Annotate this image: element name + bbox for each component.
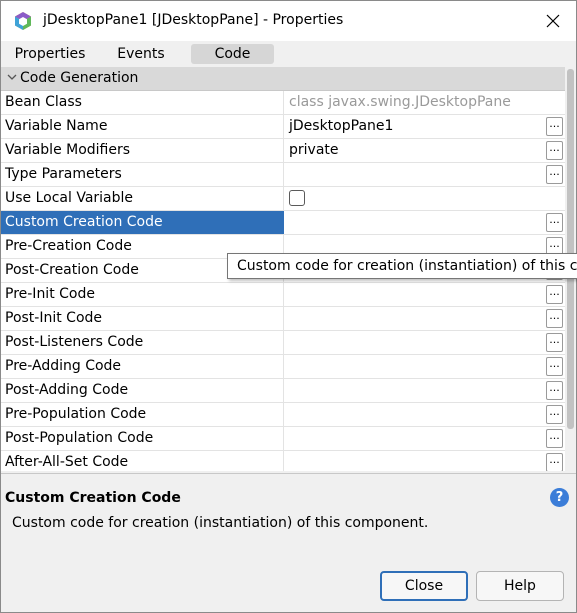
ellipsis-button[interactable]: ... xyxy=(546,357,563,376)
ellipsis-button[interactable]: ... xyxy=(546,381,563,400)
property-row-variable-modifiers[interactable]: Variable Modifiers private ... xyxy=(1,139,565,163)
help-button[interactable]: Help xyxy=(476,571,564,601)
property-row-after-all-set-code[interactable]: After-All-Set Code ... xyxy=(1,451,565,471)
property-name: Post-Population Code xyxy=(1,427,284,450)
ellipsis-button[interactable]: ... xyxy=(546,429,563,448)
property-value[interactable] xyxy=(284,379,565,402)
property-value[interactable] xyxy=(284,427,565,450)
category-label: Code Generation xyxy=(20,70,139,86)
ellipsis-button[interactable]: ... xyxy=(546,117,563,136)
property-name: Variable Modifiers xyxy=(1,139,284,162)
property-name: Custom Creation Code xyxy=(1,211,284,234)
property-row-variable-name[interactable]: Variable Name jDesktopPane1 ... xyxy=(1,115,565,139)
tab-events[interactable]: Events xyxy=(101,44,181,64)
use-local-variable-checkbox[interactable] xyxy=(289,190,305,206)
close-window-button[interactable] xyxy=(530,1,576,41)
property-row-pre-population-code[interactable]: Pre-Population Code ... xyxy=(1,403,565,427)
property-row-bean-class[interactable]: Bean Class class javax.swing.JDesktopPan… xyxy=(1,91,565,115)
property-value[interactable] xyxy=(284,355,565,378)
property-value[interactable] xyxy=(284,403,565,426)
property-value[interactable] xyxy=(284,451,565,471)
property-value[interactable]: private xyxy=(284,139,565,162)
close-icon xyxy=(546,14,560,28)
ellipsis-button[interactable]: ... xyxy=(546,285,563,304)
property-value: class javax.swing.JDesktopPane xyxy=(289,94,511,110)
property-row-post-init-code[interactable]: Post-Init Code ... xyxy=(1,307,565,331)
ellipsis-button[interactable]: ... xyxy=(546,165,563,184)
tab-code[interactable]: Code xyxy=(191,44,274,64)
property-name: Post-Init Code xyxy=(1,307,284,330)
property-name: Post-Adding Code xyxy=(1,379,284,402)
property-name: Pre-Population Code xyxy=(1,403,284,426)
property-name: Pre-Adding Code xyxy=(1,355,284,378)
property-row-pre-init-code[interactable]: Pre-Init Code ... xyxy=(1,283,565,307)
ellipsis-button[interactable]: ... xyxy=(546,213,563,232)
property-value[interactable] xyxy=(284,307,565,330)
ellipsis-button[interactable]: ... xyxy=(546,309,563,328)
close-button[interactable]: Close xyxy=(380,571,468,601)
ellipsis-button[interactable]: ... xyxy=(546,453,563,471)
property-row-post-population-code[interactable]: Post-Population Code ... xyxy=(1,427,565,451)
property-name: Pre-Init Code xyxy=(1,283,284,306)
property-name: After-All-Set Code xyxy=(1,451,284,471)
ellipsis-button[interactable]: ... xyxy=(546,333,563,352)
help-icon[interactable]: ? xyxy=(550,488,569,507)
property-row-use-local-variable[interactable]: Use Local Variable xyxy=(1,187,565,211)
property-name: Variable Name xyxy=(1,115,284,138)
properties-dialog: jDesktopPane1 [JDesktopPane] - Propertie… xyxy=(0,0,577,613)
property-name: Type Parameters xyxy=(1,163,284,186)
property-name: Use Local Variable xyxy=(1,187,284,210)
property-row-type-parameters[interactable]: Type Parameters ... xyxy=(1,163,565,187)
property-row-custom-creation-code[interactable]: Custom Creation Code ... xyxy=(1,211,565,235)
tab-properties[interactable]: Properties xyxy=(5,44,95,64)
property-value xyxy=(284,187,565,210)
netbeans-logo-icon xyxy=(15,12,31,30)
description-title: Custom Creation Code xyxy=(5,490,181,506)
category-code-generation[interactable]: Code Generation xyxy=(1,67,565,91)
property-value[interactable]: jDesktopPane1 xyxy=(284,115,565,138)
property-row-post-adding-code[interactable]: Post-Adding Code ... xyxy=(1,379,565,403)
property-value[interactable] xyxy=(284,331,565,354)
window-title: jDesktopPane1 [JDesktopPane] - Propertie… xyxy=(43,12,344,28)
ellipsis-button[interactable]: ... xyxy=(546,141,563,160)
title-bar: jDesktopPane1 [JDesktopPane] - Propertie… xyxy=(1,1,576,41)
property-name: Bean Class xyxy=(1,91,284,114)
tab-bar: Properties Events Code xyxy=(1,41,576,67)
property-value[interactable] xyxy=(284,211,565,234)
description-panel: Custom Creation Code ? Custom code for c… xyxy=(1,473,576,563)
chevron-down-icon[interactable] xyxy=(7,72,17,82)
property-name: Post-Listeners Code xyxy=(1,331,284,354)
property-value[interactable] xyxy=(284,283,565,306)
tooltip: Custom code for creation (instantiation)… xyxy=(227,253,577,279)
description-text: Custom code for creation (instantiation)… xyxy=(12,515,429,531)
property-row-pre-adding-code[interactable]: Pre-Adding Code ... xyxy=(1,355,565,379)
scrollbar-thumb[interactable] xyxy=(567,69,574,429)
property-row-post-listeners-code[interactable]: Post-Listeners Code ... xyxy=(1,331,565,355)
property-value[interactable] xyxy=(284,163,565,186)
ellipsis-button[interactable]: ... xyxy=(546,405,563,424)
